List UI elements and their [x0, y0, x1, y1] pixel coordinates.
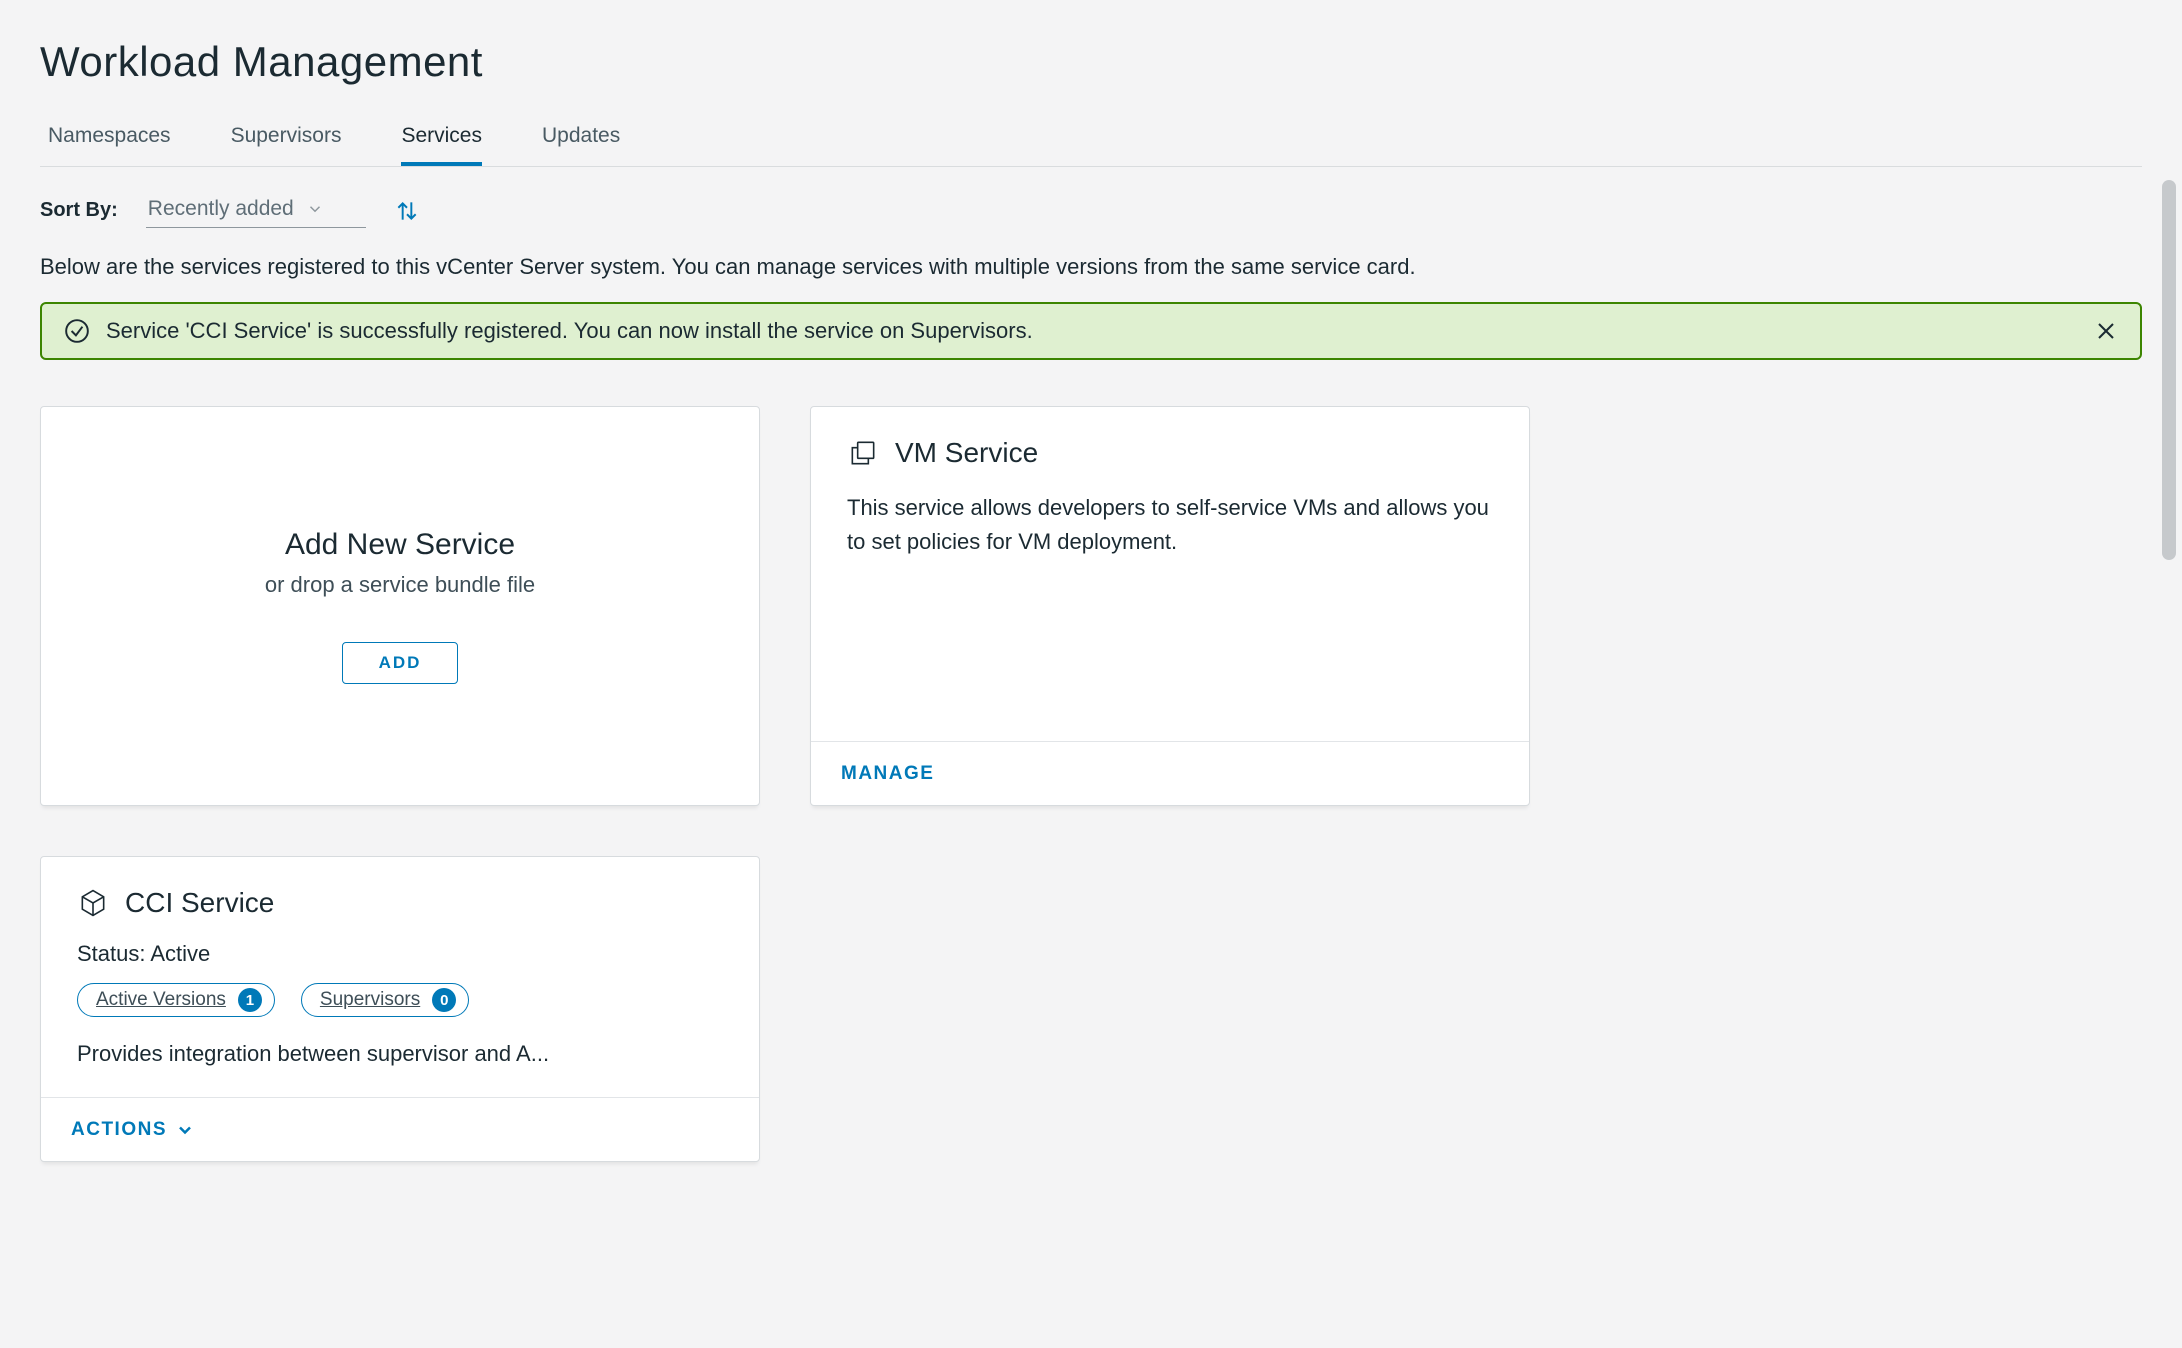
pill-active-versions[interactable]: Active Versions 1: [77, 983, 275, 1017]
sort-select-value: Recently added: [148, 197, 294, 221]
check-circle-icon: [64, 318, 90, 344]
add-service-subtitle: or drop a service bundle file: [265, 572, 535, 598]
banner-message: Service 'CCI Service' is successfully re…: [106, 318, 2078, 344]
cci-status: Status: Active: [77, 941, 723, 967]
sort-select[interactable]: Recently added: [146, 193, 366, 228]
close-icon[interactable]: [2094, 319, 2118, 343]
tab-services[interactable]: Services: [401, 116, 482, 166]
sort-by-label: Sort By:: [40, 199, 118, 222]
pill-supervisors-count: 0: [432, 988, 456, 1012]
chevron-down-icon: [175, 1120, 195, 1140]
actions-button[interactable]: ACTIONS: [71, 1119, 195, 1141]
add-button[interactable]: ADD: [342, 642, 459, 684]
cci-service-card: CCI Service Status: Active Active Versio…: [40, 856, 760, 1162]
page-title: Workload Management: [40, 38, 2142, 86]
add-service-card[interactable]: Add New Service or drop a service bundle…: [40, 406, 760, 806]
cube-icon: [77, 887, 109, 919]
vm-service-description: This service allows developers to self-s…: [847, 491, 1493, 559]
actions-button-label: ACTIONS: [71, 1119, 167, 1141]
manage-button[interactable]: MANAGE: [841, 763, 934, 785]
vm-icon: [847, 437, 879, 469]
chevron-down-icon: [306, 200, 324, 218]
pill-supervisors-label: Supervisors: [320, 989, 420, 1011]
tab-bar: Namespaces Supervisors Services Updates: [40, 116, 2142, 167]
cci-service-description: Provides integration between supervisor …: [77, 1041, 723, 1067]
tab-namespaces[interactable]: Namespaces: [48, 116, 171, 166]
success-banner: Service 'CCI Service' is successfully re…: [40, 302, 2142, 360]
pill-active-versions-count: 1: [238, 988, 262, 1012]
scrollbar[interactable]: [2162, 180, 2176, 560]
pill-active-versions-label: Active Versions: [96, 989, 226, 1011]
sort-row: Sort By: Recently added: [40, 193, 2142, 228]
vm-service-title: VM Service: [895, 437, 1038, 469]
service-cards: Add New Service or drop a service bundle…: [40, 406, 2142, 1162]
add-service-title: Add New Service: [285, 528, 515, 562]
tab-supervisors[interactable]: Supervisors: [231, 116, 342, 166]
vm-service-card: VM Service This service allows developer…: [810, 406, 1530, 806]
pill-supervisors[interactable]: Supervisors 0: [301, 983, 469, 1017]
tab-updates[interactable]: Updates: [542, 116, 620, 166]
page-description: Below are the services registered to thi…: [40, 254, 2142, 280]
cci-service-title: CCI Service: [125, 887, 274, 919]
sort-direction-icon[interactable]: [394, 198, 420, 224]
